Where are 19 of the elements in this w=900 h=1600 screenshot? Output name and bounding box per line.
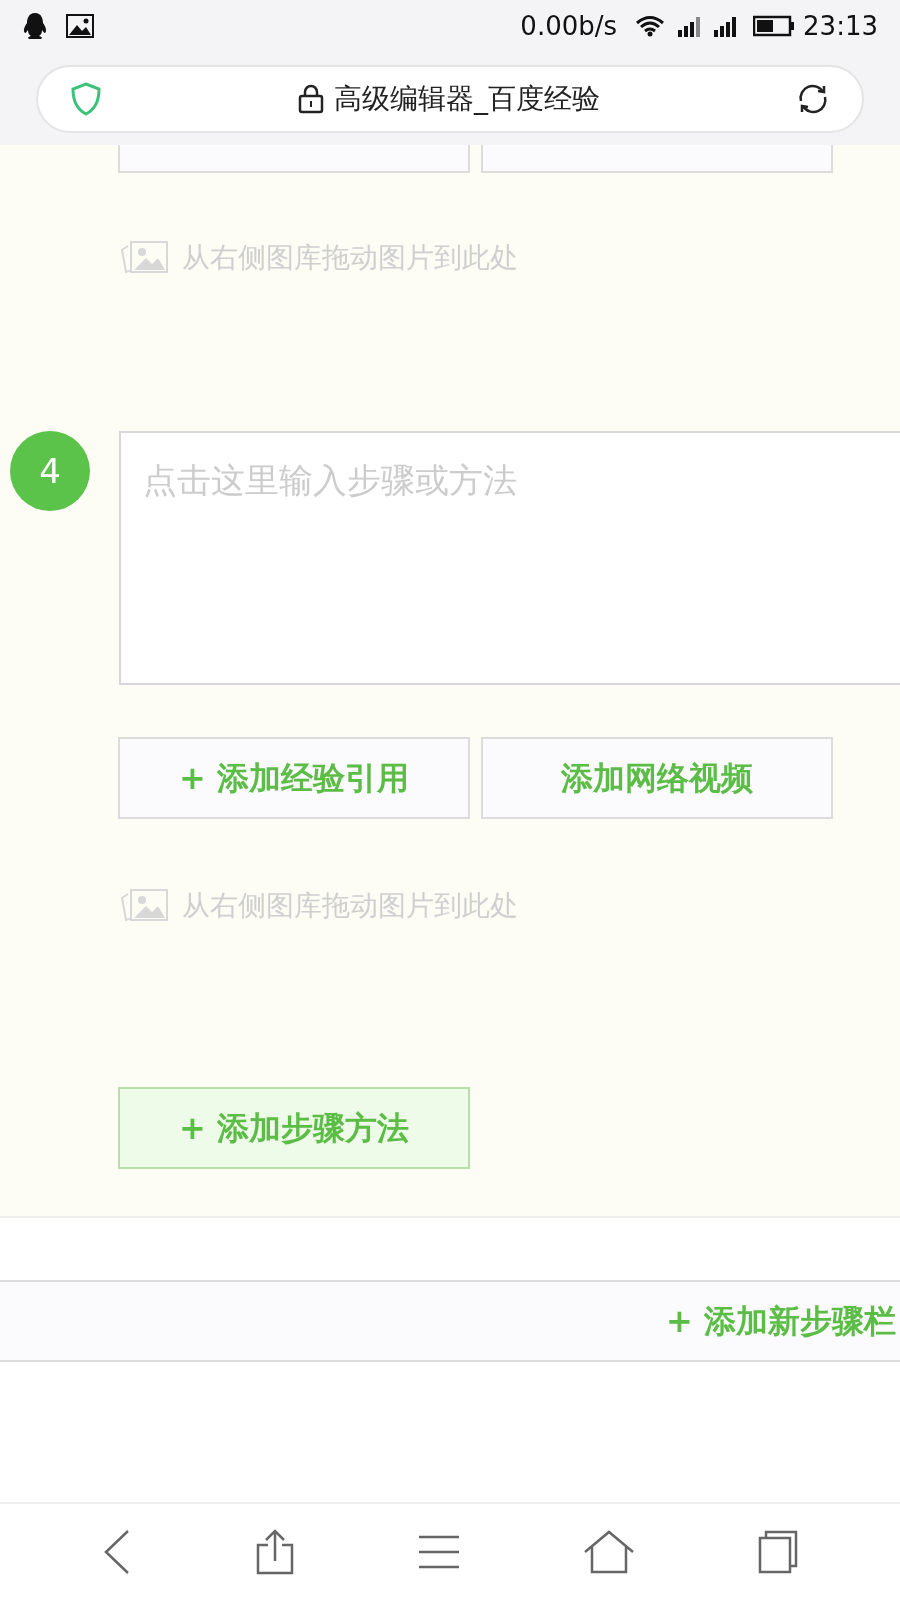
add-step-button[interactable]: + 添加步骤方法 xyxy=(118,1087,470,1169)
share-icon[interactable] xyxy=(254,1529,295,1575)
home-icon[interactable] xyxy=(583,1530,636,1574)
refresh-icon[interactable] xyxy=(796,82,830,116)
add-section-button[interactable]: + 添加新步骤栏 xyxy=(666,1297,896,1345)
penguin-icon xyxy=(22,12,48,40)
address-bar[interactable]: 高级编辑器_百度经验 xyxy=(36,65,864,133)
network-speed: 0.00b/s xyxy=(520,9,618,43)
wifi-icon xyxy=(635,15,666,37)
battery-icon xyxy=(753,15,796,37)
tabs-icon[interactable] xyxy=(758,1530,799,1574)
clock: 23:13 xyxy=(803,9,878,43)
lock-icon xyxy=(298,84,324,114)
page-title: 高级编辑器_百度经验 xyxy=(334,81,600,117)
add-video-button[interactable]: 添加网络视频 xyxy=(481,737,833,819)
add-reference-button[interactable]: + 添加经验引用 xyxy=(118,737,470,819)
image-icon xyxy=(66,14,94,38)
menu-icon[interactable] xyxy=(417,1534,460,1570)
step-number: 4 xyxy=(10,431,90,511)
